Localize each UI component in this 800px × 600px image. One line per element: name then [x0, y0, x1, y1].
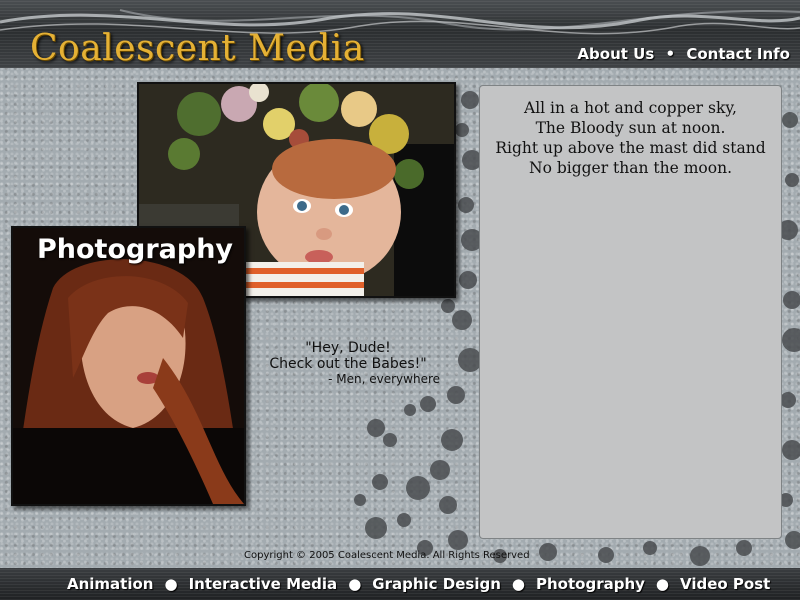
footer-bullet: ●: [511, 575, 525, 593]
site-logo[interactable]: Coalescent Media: [30, 28, 365, 69]
nav-about-us-link[interactable]: About Us: [577, 45, 654, 63]
copyright-text: Copyright © 2005 Coalescent Media. All R…: [244, 550, 530, 561]
poem-line: The Bloody sun at noon.: [535, 119, 726, 137]
footer-link-interactive-media[interactable]: Interactive Media: [189, 575, 338, 593]
footer-bullet: ●: [348, 575, 362, 593]
site-footer: Animation ● Interactive Media ● Graphic Desi…: [0, 568, 800, 600]
poem-panel: All in a hot and copper sky, The Bloody …: [479, 85, 782, 539]
poem-line: No bigger than the moon.: [529, 159, 732, 177]
footer-link-graphic-design[interactable]: Graphic Design: [372, 575, 501, 593]
footer-link-photography[interactable]: Photography: [536, 575, 645, 593]
footer-link-animation[interactable]: Animation: [67, 575, 153, 593]
woman-photo: Photography: [11, 226, 246, 506]
poem-line: All in a hot and copper sky,: [524, 99, 737, 117]
top-nav: About Us • Contact Info: [577, 45, 790, 63]
poem-text: All in a hot and copper sky, The Bloody …: [480, 98, 781, 178]
nav-contact-info-link[interactable]: Contact Info: [686, 45, 790, 63]
quote-block: "Hey, Dude! Check out the Babes!" - Men,…: [268, 340, 448, 386]
poem-line: Right up above the mast did stand: [495, 139, 766, 157]
site-header: Coalescent Media About Us • Contact Info: [0, 0, 800, 69]
footer-link-video-post[interactable]: Video Post: [680, 575, 770, 593]
quote-line-1: "Hey, Dude!: [305, 340, 391, 356]
footer-bullet: ●: [655, 575, 669, 593]
quote-attribution: - Men, everywhere: [328, 372, 440, 386]
woman-photo-image: [13, 228, 244, 504]
footer-bullet: ●: [164, 575, 178, 593]
footer-nav: Animation ● Interactive Media ● Graphic Desi…: [67, 575, 770, 593]
quote-line-2: Check out the Babes!": [269, 356, 427, 372]
nav-separator: •: [665, 45, 676, 63]
photography-title: Photography: [37, 234, 234, 265]
